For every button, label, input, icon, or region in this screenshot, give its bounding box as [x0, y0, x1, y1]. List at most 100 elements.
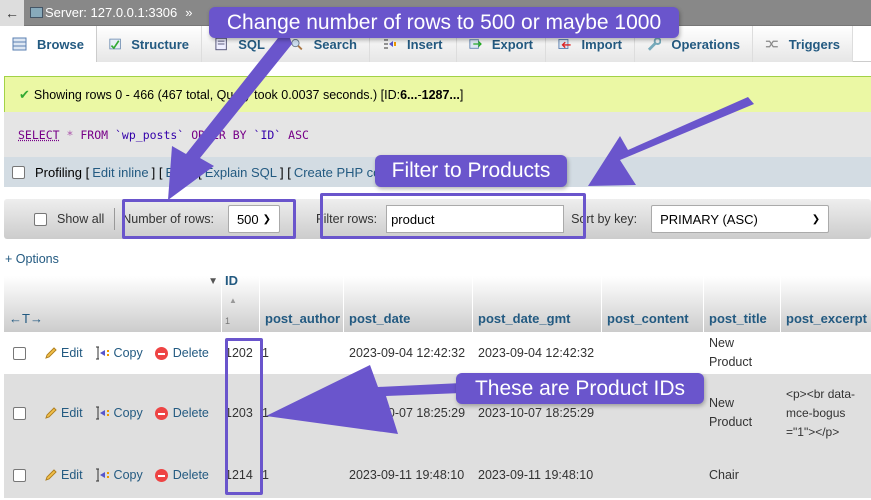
bracket: [: [155, 164, 163, 180]
sort-order-index: 1: [225, 316, 231, 326]
tab-label: Search: [313, 36, 357, 52]
copy-icon: [95, 346, 109, 360]
edit-row-link[interactable]: Edit: [44, 406, 83, 420]
column-header-post-date-gmt[interactable]: post_date_gmt: [473, 276, 602, 332]
breadcrumb-server[interactable]: Server: 127.0.0.1:3306: [45, 5, 177, 20]
table-row: Edit Copy Delete 1202 1 2023-09-04 12:42…: [4, 332, 871, 374]
cell-post-date-gmt[interactable]: 2023-09-04 12:42:32: [473, 346, 602, 360]
delete-label: Delete: [172, 406, 209, 420]
back-arrow-icon: ←: [5, 4, 19, 21]
column-header-post-title[interactable]: post_title: [704, 276, 781, 332]
cell-post-date[interactable]: 2023-09-11 19:48:10: [344, 468, 473, 482]
copy-label: Copy: [113, 468, 143, 482]
tab-browse[interactable]: Browse: [0, 26, 97, 62]
column-header-post-excerpt[interactable]: post_excerpt: [781, 276, 871, 332]
sql-select-keyword[interactable]: SELECT: [18, 128, 60, 142]
cell-post-date-gmt[interactable]: 2023-09-11 19:48:10: [473, 468, 602, 482]
delete-row-link[interactable]: Delete: [154, 468, 209, 482]
wrench-icon: [647, 37, 662, 51]
filter-input-highlight: [320, 193, 586, 239]
triggers-icon: [765, 40, 778, 48]
column-header-label: post_excerpt: [786, 311, 867, 326]
id-range-close: ]: [459, 87, 464, 102]
cell-post-title[interactable]: Chair: [704, 468, 781, 482]
edit-row-link[interactable]: Edit: [44, 468, 83, 482]
cell-post-excerpt[interactable]: <p><br data-mce-bogus="1"></p>: [781, 385, 865, 442]
chevron-down-icon: ❯: [811, 213, 821, 225]
delete-row-link[interactable]: Delete: [154, 346, 209, 360]
row-select-checkbox[interactable]: [13, 468, 26, 482]
column-header-id[interactable]: ID ▲ 1: [222, 273, 260, 332]
sql-from-keyword: FROM: [80, 127, 109, 142]
insert-icon: [384, 39, 396, 49]
id-range-end: 1287...: [421, 87, 460, 102]
results-table: ←T→ ▼ ID ▲ 1 post_author post_date post_…: [4, 273, 871, 498]
tab-label: Structure: [131, 36, 189, 52]
row-select-checkbox[interactable]: [13, 406, 26, 420]
cell-post-title[interactable]: New Product: [704, 334, 774, 372]
explain-sql-link[interactable]: Explain SQL: [205, 165, 277, 180]
pencil-icon: [45, 469, 57, 481]
show-all-checkbox[interactable]: [34, 212, 47, 226]
cell-post-title[interactable]: New Product: [704, 394, 781, 432]
delete-icon: [154, 468, 168, 482]
column-header-actions: ←T→ ▼: [4, 276, 222, 332]
tab-label: Triggers: [788, 36, 840, 52]
breadcrumb-separator: »: [185, 5, 193, 20]
copy-row-link[interactable]: Copy: [95, 346, 143, 360]
tab-label: Operations: [671, 36, 740, 52]
table-header-row: ←T→ ▼ ID ▲ 1 post_author post_date post_…: [4, 273, 871, 332]
cell-post-author[interactable]: 1: [260, 346, 344, 360]
column-header-post-author[interactable]: post_author: [260, 276, 344, 332]
column-resize-icon[interactable]: ←T→: [9, 311, 43, 326]
copy-row-link[interactable]: Copy: [95, 406, 143, 420]
bracket: [: [85, 164, 90, 180]
export-icon: [469, 39, 482, 49]
tab-structure[interactable]: Structure: [97, 26, 202, 62]
structure-icon: [109, 38, 121, 50]
row-select-checkbox[interactable]: [13, 346, 26, 360]
column-header-post-date[interactable]: post_date: [344, 276, 473, 332]
edit-row-link[interactable]: Edit: [44, 346, 83, 360]
bracket: [: [194, 164, 202, 180]
copy-icon: [95, 406, 109, 420]
cell-post-date[interactable]: 2023-10-07 18:25:29: [344, 406, 473, 420]
collapse-nav-button[interactable]: ←: [0, 0, 24, 26]
id-range-start: 6...: [400, 87, 418, 102]
profiling-checkbox[interactable]: [12, 165, 25, 179]
sort-dropdown-icon[interactable]: ▼: [208, 276, 218, 287]
cell-post-author[interactable]: 1: [260, 406, 344, 420]
tab-label: Import: [581, 36, 622, 52]
delete-label: Delete: [172, 468, 209, 482]
pencil-icon: [45, 407, 57, 419]
copy-row-link[interactable]: Copy: [95, 468, 143, 482]
sql-star: *: [66, 127, 74, 142]
callout-change-rows: Change number of rows to 500 or maybe 10…: [209, 7, 679, 38]
column-header-label: post_date_gmt: [478, 311, 571, 326]
product-ids-highlight: [225, 338, 263, 495]
column-header-post-content[interactable]: post_content: [602, 276, 704, 332]
column-header-label: post_author: [265, 311, 341, 326]
delete-icon: [154, 346, 168, 360]
cell-post-date[interactable]: 2023-09-04 12:42:32: [344, 346, 473, 360]
delete-icon: [154, 406, 168, 420]
sql-order-direction: ASC: [288, 127, 309, 142]
column-header-label: post_date: [349, 311, 411, 326]
row-actions: Edit Copy Delete: [4, 406, 222, 420]
edit-inline-link[interactable]: Edit inline: [92, 165, 148, 180]
server-icon: [30, 7, 43, 18]
row-actions: Edit Copy Delete: [4, 468, 222, 482]
sort-by-key-select[interactable]: PRIMARY (ASC) ❯: [651, 205, 830, 233]
sql-order-column: `ID`: [253, 127, 282, 142]
sql-table-name: `wp_posts`: [115, 127, 185, 142]
rows-select-highlight: [122, 199, 296, 239]
cell-post-author[interactable]: 1: [260, 468, 344, 482]
column-header-label: ID: [225, 273, 238, 288]
tab-triggers[interactable]: Triggers: [753, 26, 853, 62]
profiling-label: Profiling: [35, 164, 82, 180]
tab-label: Export: [491, 36, 533, 52]
edit-query-link[interactable]: Edit: [165, 165, 187, 180]
delete-row-link[interactable]: Delete: [154, 406, 209, 420]
options-toggle-link[interactable]: + Options: [5, 252, 59, 266]
cell-post-date-gmt[interactable]: 2023-10-07 18:25:29: [473, 406, 602, 420]
